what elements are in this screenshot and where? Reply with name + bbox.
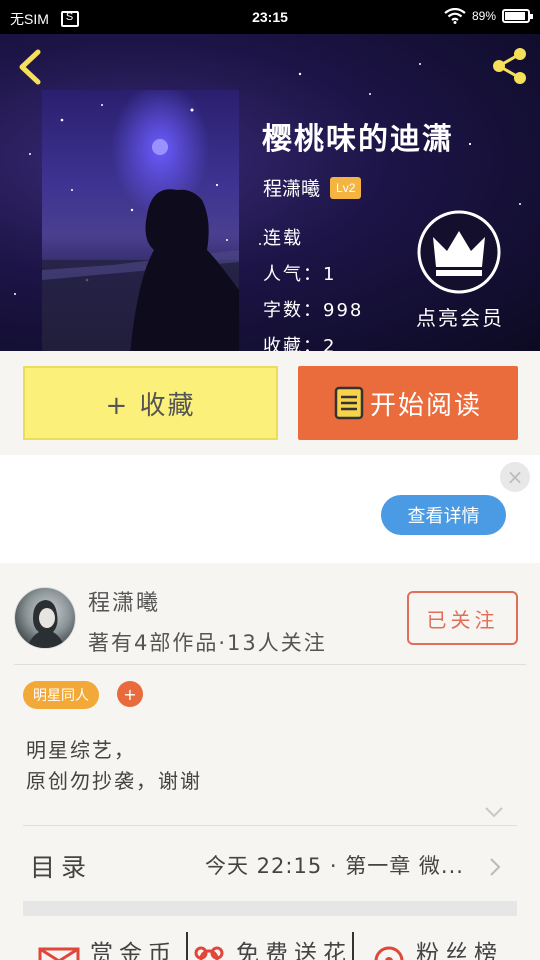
expand-button[interactable] xyxy=(484,803,504,818)
battery-icon xyxy=(502,9,533,23)
genre-tag[interactable]: 明星同人 xyxy=(23,681,99,709)
cover-image xyxy=(42,90,239,351)
book-detail-screen: { "status_bar": { "carrier": "无SIM", "ti… xyxy=(0,0,540,960)
popularity: 人气：1 xyxy=(263,264,337,285)
divider xyxy=(23,825,517,826)
section-separator xyxy=(23,901,517,916)
chevron-right-icon xyxy=(490,858,501,876)
add-tag-button[interactable]: + xyxy=(117,681,143,707)
tab-separator xyxy=(186,932,188,960)
author-name[interactable]: 程潇曦 xyxy=(88,585,160,617)
word-count: 字数：998 xyxy=(263,300,364,321)
book-description: 明星综艺， 原创勿抄袭，谢谢 xyxy=(26,735,202,797)
envelope-icon xyxy=(38,947,80,960)
ranking-icon xyxy=(374,946,404,960)
favorites-count: 收藏：2 xyxy=(263,336,337,351)
chevron-left-icon xyxy=(19,49,41,85)
fan-ranking-label: 粉丝榜 xyxy=(416,941,503,960)
tab-separator xyxy=(352,932,354,960)
follow-button[interactable]: 已关注 xyxy=(407,591,518,645)
close-icon[interactable]: × xyxy=(500,462,530,492)
chevron-down-icon xyxy=(485,807,503,818)
description-line: 明星综艺， xyxy=(26,738,136,762)
ad-banner: × 查看详情 xyxy=(0,455,540,563)
view-details-button[interactable]: 查看详情 xyxy=(381,495,506,535)
collect-button[interactable]: + 收藏 xyxy=(23,366,278,440)
book-header: 樱桃味的迪潇 程潇曦 Lv2 连载 人气：1 字数：998 收藏：2 点亮会员 xyxy=(0,34,540,351)
bottom-action-bar: 赏金币 免费送花 粉丝榜 xyxy=(0,932,540,960)
toc-open-button[interactable] xyxy=(488,856,502,878)
crown-icon xyxy=(417,210,501,294)
share-icon xyxy=(493,48,526,84)
book-title: 樱桃味的迪潇 xyxy=(262,122,454,157)
battery-percent: 89% xyxy=(471,9,496,23)
avatar-image xyxy=(27,600,65,648)
description-line: 原创勿抄袭，谢谢 xyxy=(26,769,202,793)
free-flowers-label: 免费送花 xyxy=(236,941,352,960)
reward-coins-button[interactable]: 赏金币 xyxy=(38,934,177,960)
start-reading-label: 开始阅读 xyxy=(369,390,482,421)
back-button[interactable] xyxy=(14,48,46,86)
status-right: 89% xyxy=(444,8,533,24)
fan-ranking-button[interactable]: 粉丝榜 xyxy=(372,934,503,960)
latest-chapter[interactable]: 今天 22:15 · 第一章 微... xyxy=(205,850,485,880)
action-bar: + 收藏 开始阅读 xyxy=(0,351,540,455)
serial-status: 连载 xyxy=(263,228,303,249)
divider xyxy=(14,664,526,665)
author-name-header[interactable]: 程潇曦 xyxy=(263,174,320,201)
vip-label[interactable]: 点亮会员 xyxy=(412,302,508,331)
start-reading-button[interactable]: 开始阅读 xyxy=(298,366,518,440)
author-section: 程潇曦 著有4部作品·13人关注 已关注 明星同人 + 明星综艺， 原创勿抄袭，… xyxy=(0,563,540,960)
level-badge: Lv2 xyxy=(330,176,362,199)
free-flowers-button[interactable]: 免费送花 xyxy=(192,934,352,960)
status-bar: 无SIM 23:15 89% xyxy=(0,0,540,34)
book-cover[interactable] xyxy=(42,90,239,351)
author-row: 程潇曦 Lv2 xyxy=(263,174,362,201)
reward-coins-label: 赏金币 xyxy=(90,941,177,960)
flower-icon xyxy=(194,946,224,960)
avatar[interactable] xyxy=(14,587,76,649)
toc-label[interactable]: 目录 xyxy=(30,848,92,884)
vip-button[interactable] xyxy=(416,209,502,295)
wifi-icon xyxy=(444,8,466,24)
book-icon xyxy=(334,386,364,420)
share-button[interactable] xyxy=(490,46,530,86)
author-stats: 著有4部作品·13人关注 xyxy=(88,631,327,655)
